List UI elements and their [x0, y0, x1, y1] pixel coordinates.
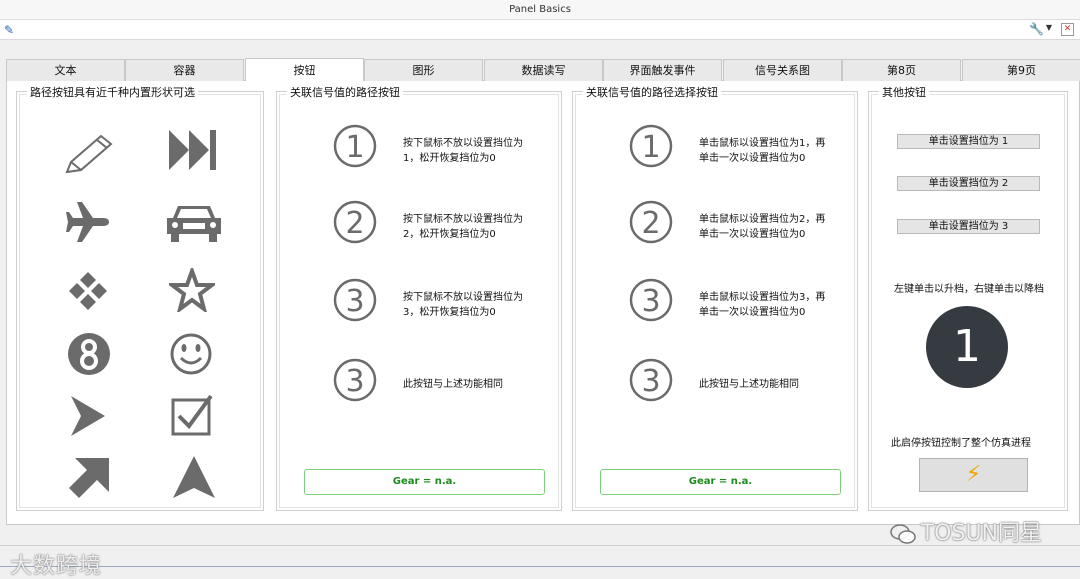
select-button-3-desc: 单击鼠标以设置挡位为3，再 单击一次以设置挡位为0	[699, 292, 826, 318]
send-arrow-icon[interactable]	[67, 394, 107, 438]
svg-text:2: 2	[641, 206, 660, 241]
chevron-down-icon[interactable]: ▼	[1046, 23, 1052, 32]
svg-text:3: 3	[345, 284, 364, 319]
tab-graphics[interactable]: 图形	[364, 59, 483, 81]
path-buttons-panel: 关联信号值的路径按钮 1 按下鼠标不放以设置挡位为 1，松开恢复挡位为0 2 按下…	[276, 84, 562, 511]
path-button-1-desc: 按下鼠标不放以设置挡位为 1，松开恢复挡位为0	[403, 138, 523, 164]
path-select-panel: 关联信号值的路径选择按钮 1 单击鼠标以设置挡位为1，再 单击一次以设置挡位为0 …	[572, 84, 858, 511]
select-button-2-desc: 单击鼠标以设置挡位为2，再 单击一次以设置挡位为0	[699, 214, 826, 240]
shapes-panel: 路径按钮具有近千种内置形状可选	[16, 84, 264, 511]
star-icon[interactable]	[169, 268, 215, 312]
smiley-icon[interactable]	[169, 332, 213, 376]
select-button-3-alt[interactable]: 3	[629, 358, 673, 402]
select-button-2[interactable]: 2	[629, 200, 673, 244]
tab-content: 路径按钮具有近千种内置形状可选 关联信号值的路径按钮 1 按下鼠标不放以设置挡位…	[6, 81, 1080, 525]
gear-status-select: Gear = n.a.	[600, 469, 841, 495]
tab-buttons[interactable]: 按钮	[245, 58, 364, 81]
other-buttons-panel-title: 其他按钮	[879, 84, 929, 100]
svg-text:3: 3	[641, 364, 660, 399]
wrench-icon[interactable]: 🔧	[1029, 22, 1044, 36]
gear-knob-button[interactable]: 1	[926, 306, 1008, 388]
path-button-3-alt-desc: 此按钮与上述功能相同	[403, 379, 503, 390]
up-right-arrow-icon[interactable]	[67, 456, 111, 500]
car-icon[interactable]	[163, 202, 225, 244]
tab-page9[interactable]: 第9页	[962, 59, 1080, 81]
path-button-3-alt[interactable]: 3	[333, 358, 377, 402]
start-stop-simulation-button[interactable]: ⚡	[919, 458, 1028, 492]
path-select-panel-title: 关联信号值的路径选择按钮	[583, 84, 721, 100]
svg-text:3: 3	[641, 284, 660, 319]
toolbar: ✎ 🔧 ▼ ✕	[0, 20, 1080, 40]
path-button-3-desc: 按下鼠标不放以设置挡位为 3，松开恢复挡位为0	[403, 292, 523, 318]
select-button-1[interactable]: 1	[629, 124, 673, 168]
gear-status: Gear = n.a.	[304, 469, 545, 495]
lightning-bolt-icon: ⚡	[965, 462, 982, 487]
svg-text:3: 3	[345, 364, 364, 399]
tab-signal-graph[interactable]: 信号关系图	[723, 59, 842, 81]
simulation-hint: 此启停按钮控制了整个仿真进程	[891, 438, 1031, 449]
select-button-1-desc: 单击鼠标以设置挡位为1，再 单击一次以设置挡位为0	[699, 138, 826, 164]
tab-page8[interactable]: 第8页	[842, 59, 961, 81]
airplane-icon[interactable]	[65, 200, 111, 244]
tab-data-rw[interactable]: 数据读写	[484, 59, 603, 81]
other-buttons-panel: 其他按钮 单击设置挡位为 1 单击设置挡位为 2 单击设置挡位为 3 左键单击以…	[868, 84, 1068, 511]
select-button-3[interactable]: 3	[629, 278, 673, 322]
tab-container[interactable]: 容器	[125, 59, 244, 81]
tab-bar: 文本 容器 按钮 图形 数据读写 界面触发事件 信号关系图 第8页 第9页	[6, 58, 1080, 81]
set-gear-3-button[interactable]: 单击设置挡位为 3	[897, 219, 1040, 234]
watermark-right: TOSUN同星	[889, 515, 1042, 547]
shapes-panel-title: 路径按钮具有近千种内置形状可选	[27, 84, 198, 100]
svg-text:1: 1	[345, 130, 364, 165]
path-buttons-panel-title: 关联信号值的路径按钮	[287, 84, 403, 100]
navigation-arrow-icon[interactable]	[171, 454, 217, 500]
path-button-2[interactable]: 2	[333, 200, 377, 244]
edit-pencil-icon[interactable]: ✎	[4, 23, 14, 37]
set-gear-2-button[interactable]: 单击设置挡位为 2	[897, 176, 1040, 191]
wechat-icon	[889, 524, 916, 544]
svg-text:1: 1	[641, 130, 660, 165]
checkbox-icon[interactable]	[169, 392, 215, 438]
tab-text[interactable]: 文本	[6, 59, 125, 81]
svg-text:2: 2	[345, 206, 364, 241]
set-gear-1-button[interactable]: 单击设置挡位为 1	[897, 134, 1040, 149]
tab-ui-events[interactable]: 界面触发事件	[603, 59, 722, 81]
path-button-2-desc: 按下鼠标不放以设置挡位为 2，松开恢复挡位为0	[403, 214, 523, 240]
status-bar	[0, 545, 1080, 579]
diamond-arrows-icon[interactable]	[67, 270, 109, 312]
path-button-3[interactable]: 3	[333, 278, 377, 322]
close-panel-icon[interactable]: ✕	[1061, 23, 1074, 36]
number-8-icon[interactable]	[67, 332, 111, 376]
path-button-1[interactable]: 1	[333, 124, 377, 168]
select-button-3-alt-desc: 此按钮与上述功能相同	[699, 379, 799, 390]
watermark-left: 大数跨境	[10, 554, 103, 579]
knob-hint: 左键单击以升档，右键单击以降档	[894, 284, 1044, 295]
pencil-icon[interactable]	[61, 132, 117, 178]
window-title: Panel Basics	[0, 0, 1080, 20]
skip-forward-icon[interactable]	[167, 128, 219, 172]
